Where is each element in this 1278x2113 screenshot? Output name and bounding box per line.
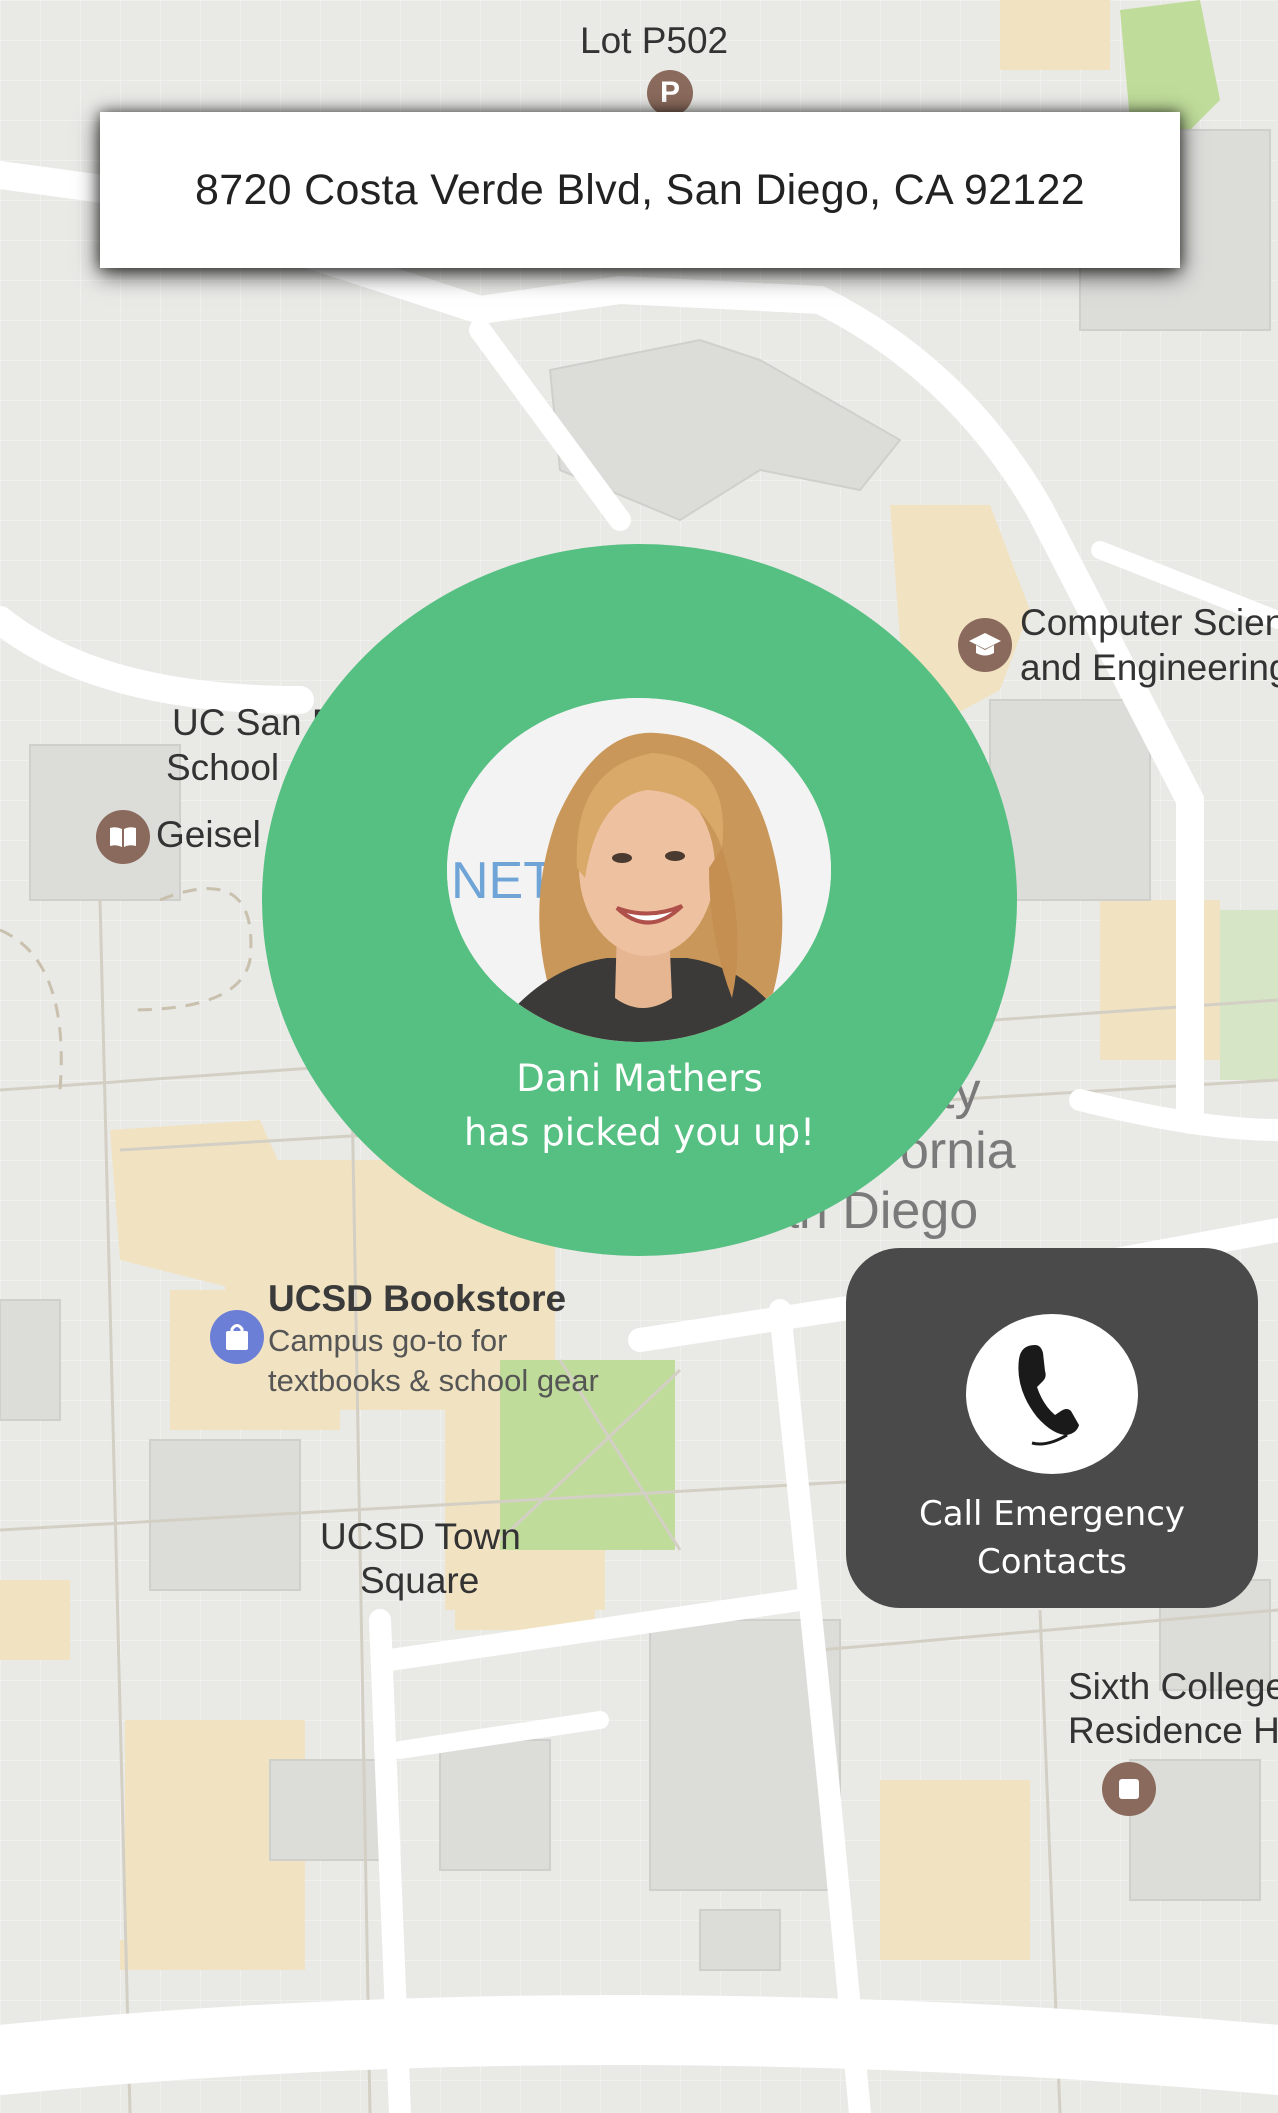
- pickup-message: Dani Mathers has picked you up!: [262, 1052, 1017, 1160]
- parking-icon[interactable]: P: [647, 70, 693, 116]
- shopping-bag-icon[interactable]: [210, 1310, 264, 1364]
- map-label-cse-line2: and Engineering: [1020, 647, 1278, 688]
- emergency-label-line1: Call Emergency: [918, 1494, 1186, 1534]
- pickup-status-text: has picked you up!: [464, 1111, 815, 1154]
- emergency-label-line2: Contacts: [977, 1542, 1127, 1582]
- map-label-sixth-line1: Sixth College: [1068, 1666, 1278, 1707]
- map-label-sixth-line2: Residence H: [1068, 1710, 1278, 1751]
- building-icon[interactable]: [1102, 1762, 1156, 1816]
- map-label-cse-line1: Computer Scien: [1020, 602, 1278, 643]
- avatar-shirt-text: NET: [451, 852, 555, 910]
- call-emergency-contacts-button[interactable]: Call Emergency Contacts: [846, 1248, 1258, 1608]
- phone-icon: [1018, 1345, 1079, 1446]
- map-label-bookstore-desc-line2: textbooks & school gear: [268, 1363, 599, 1398]
- driver-avatar: NET: [447, 698, 831, 1042]
- phone-icon-circle: [966, 1314, 1138, 1474]
- map-label-bookstore: UCSD Bookstore: [268, 1278, 567, 1319]
- map-label-ucsd-school-line2: School: [166, 747, 280, 788]
- map-label-geisel: Geisel: [156, 814, 261, 855]
- map-label-bookstore-desc-line1: Campus go-to for: [268, 1323, 508, 1358]
- emergency-label: Call Emergency Contacts: [846, 1490, 1258, 1586]
- driver-name: Dani Mathers: [516, 1057, 763, 1100]
- address-bar[interactable]: 8720 Costa Verde Blvd, San Diego, CA 921…: [100, 112, 1180, 268]
- address-text: 8720 Costa Verde Blvd, San Diego, CA 921…: [195, 165, 1085, 214]
- map-label-town-square-line2: Square: [360, 1560, 480, 1601]
- map-label-town-square-line1: UCSD Town: [320, 1516, 521, 1557]
- book-icon[interactable]: [96, 810, 150, 864]
- graduation-cap-icon[interactable]: [958, 618, 1012, 672]
- map-label-lot: Lot P502: [580, 20, 729, 61]
